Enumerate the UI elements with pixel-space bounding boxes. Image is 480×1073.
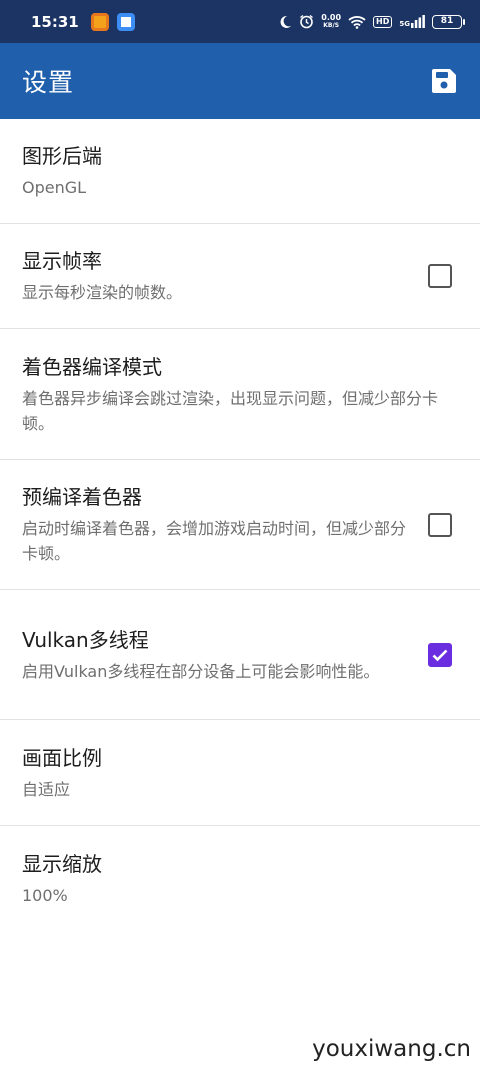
weibo-app-icon — [90, 12, 109, 31]
watermark-text: youxiwang.cn — [312, 1036, 471, 1062]
pref-aspect-ratio[interactable]: 画面比例 自适应 — [0, 720, 480, 826]
pref-show-fps[interactable]: 显示帧率 显示每秒渲染的帧数。 — [0, 224, 480, 329]
pref-title: 图形后端 — [22, 144, 102, 168]
pref-text: 画面比例 自适应 — [22, 744, 458, 802]
pref-summary: 启动时编译着色器，会增加游戏启动时间，但减少部分卡顿。 — [22, 519, 407, 563]
net-speed-value: 0.00 — [321, 13, 342, 22]
pref-summary: 启用Vulkan多线程在部分设备上可能会影响性能。 — [22, 661, 380, 681]
pref-title: Vulkan多线程 — [22, 627, 149, 652]
pref-title: 显示帧率 — [22, 249, 102, 273]
status-indicators: 0.00 KB/S HD 5G 81 — [278, 13, 465, 30]
pref-title: 显示缩放 — [22, 851, 102, 876]
app-bar: 设置 — [0, 43, 480, 119]
pref-title: 着色器编译模式 — [22, 354, 162, 379]
pref-text: 图形后端 OpenGL — [22, 142, 458, 200]
settings-list: 图形后端 OpenGL 显示帧率 显示每秒渲染的帧数。 着色器编译模式 着色器异… — [0, 119, 480, 931]
vulkan-multithread-checkbox[interactable] — [428, 642, 452, 667]
signal-label: 5G — [399, 20, 410, 28]
pref-title: 预编译着色器 — [22, 485, 142, 509]
battery-indicator: 81 — [432, 14, 465, 29]
signal-bars-icon — [411, 15, 425, 28]
pref-text: 显示帧率 显示每秒渲染的帧数。 — [22, 247, 428, 305]
pref-text: Vulkan多线程 启用Vulkan多线程在部分设备上可能会影响性能。 — [22, 626, 428, 684]
moon-icon — [280, 15, 292, 28]
pref-vulkan-multithread[interactable]: Vulkan多线程 启用Vulkan多线程在部分设备上可能会影响性能。 — [0, 590, 480, 720]
pref-summary: 着色器异步编译会跳过渲染，出现显示问题，但减少部分卡顿。 — [22, 388, 439, 433]
net-speed-unit: KB/S — [323, 22, 340, 29]
show-fps-checkbox[interactable] — [428, 264, 452, 288]
page-title: 设置 — [22, 68, 75, 97]
hd-badge: HD — [373, 15, 393, 28]
pref-title: 画面比例 — [22, 745, 102, 770]
pref-summary: 100% — [22, 885, 68, 905]
status-bar: 15:31 0.00 KB/S HD 5G 81 — [0, 0, 480, 43]
checkmark-icon — [432, 649, 448, 661]
browser-app-icon — [116, 12, 135, 31]
wifi-icon — [348, 15, 366, 29]
pref-text: 预编译着色器 启动时编译着色器，会增加游戏启动时间，但减少部分卡顿。 — [22, 483, 428, 566]
pref-shader-compile-mode[interactable]: 着色器编译模式 着色器异步编译会跳过渲染，出现显示问题，但减少部分卡顿。 — [0, 329, 480, 460]
net-speed: 0.00 KB/S — [321, 13, 342, 30]
alarm-icon — [300, 14, 314, 29]
pref-text: 显示缩放 100% — [22, 850, 458, 908]
pref-display-scale[interactable]: 显示缩放 100% — [0, 826, 480, 931]
pref-summary: OpenGL — [22, 178, 87, 197]
save-icon — [432, 69, 456, 93]
pref-precompile-shaders[interactable]: 预编译着色器 启动时编译着色器，会增加游戏启动时间，但减少部分卡顿。 — [0, 460, 480, 590]
pref-summary: 自适应 — [22, 779, 71, 799]
pref-text: 着色器编译模式 着色器异步编译会跳过渲染，出现显示问题，但减少部分卡顿。 — [22, 353, 458, 436]
signal-indicator: 5G — [399, 15, 425, 28]
precompile-shaders-checkbox[interactable] — [428, 512, 452, 537]
pref-summary: 显示每秒渲染的帧数。 — [22, 283, 183, 302]
pref-graphics-backend[interactable]: 图形后端 OpenGL — [0, 119, 480, 224]
status-time: 15:31 — [31, 12, 79, 31]
save-button[interactable] — [430, 67, 458, 95]
